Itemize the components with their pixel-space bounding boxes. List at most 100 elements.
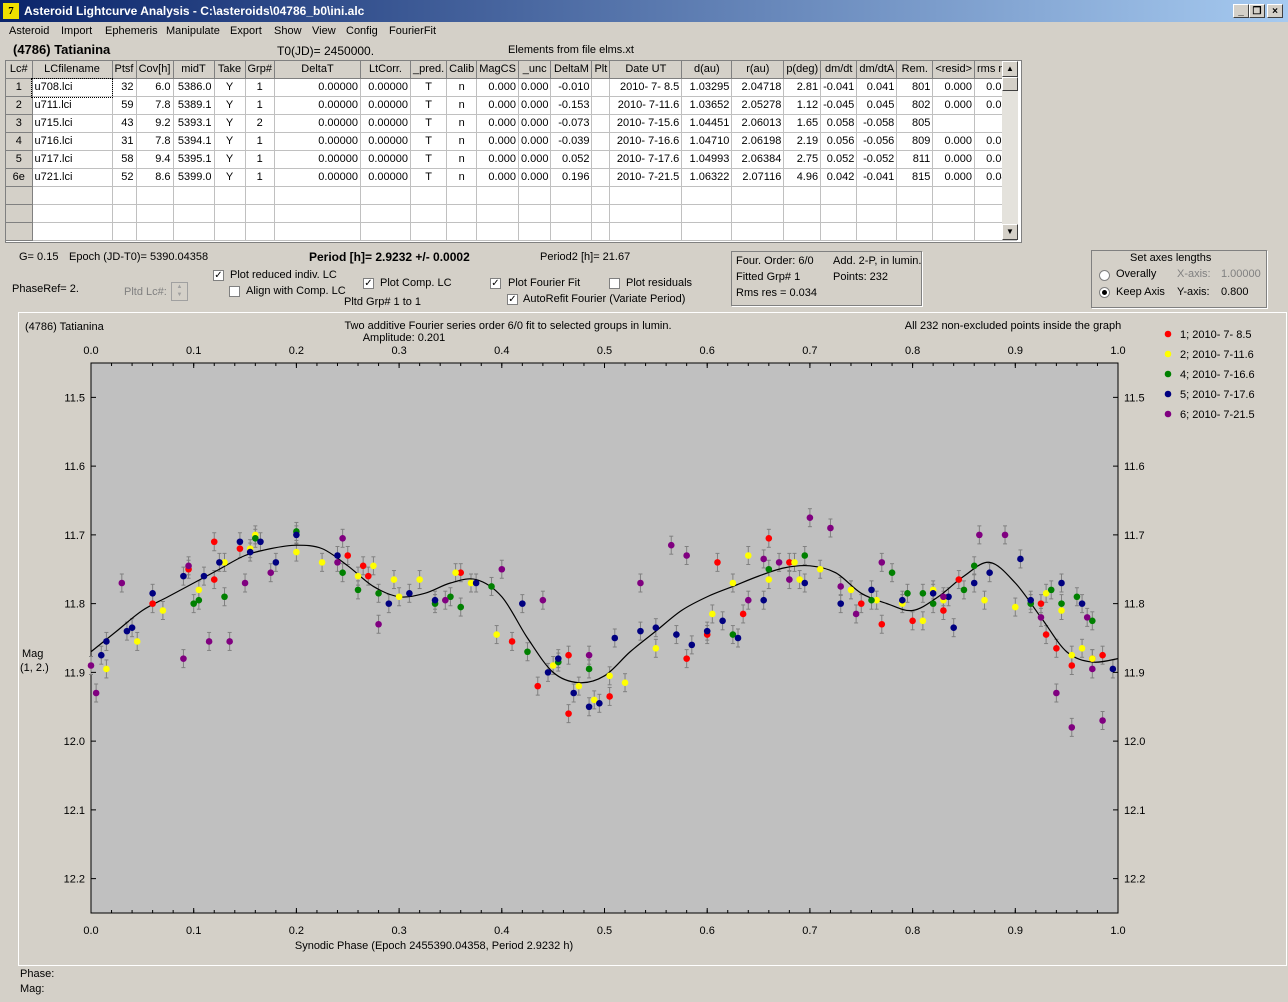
data-point bbox=[703, 627, 711, 635]
data-point bbox=[431, 596, 439, 604]
data-point bbox=[852, 610, 860, 618]
x-tick-label: 0.9 bbox=[1008, 925, 1023, 937]
data-point bbox=[904, 590, 911, 597]
data-point bbox=[637, 579, 644, 587]
y-tick-label-right: 11.5 bbox=[1124, 392, 1145, 404]
data-point bbox=[585, 651, 593, 659]
data-point bbox=[739, 610, 747, 618]
x-tick-label-top: 0.9 bbox=[1008, 345, 1023, 357]
data-point bbox=[272, 559, 280, 566]
data-point bbox=[519, 600, 526, 607]
data-point bbox=[806, 514, 814, 521]
data-point bbox=[899, 596, 906, 604]
data-point bbox=[878, 620, 886, 628]
legend-marker bbox=[1164, 390, 1172, 398]
data-point bbox=[714, 559, 721, 566]
data-point bbox=[354, 572, 362, 580]
data-point bbox=[1089, 665, 1096, 673]
data-point bbox=[195, 586, 203, 594]
data-point bbox=[133, 638, 141, 645]
data-point bbox=[744, 552, 752, 559]
data-point bbox=[1027, 596, 1035, 604]
x-tick-label: 0.3 bbox=[391, 925, 406, 937]
data-point bbox=[976, 531, 983, 539]
data-point bbox=[837, 600, 845, 607]
data-point bbox=[185, 562, 192, 570]
lightcurve-chart: 0.0 0.0 0.1 0.1 0.2 0.2 0.3 0.3 0.4 0.4 0.5 0.5 0.6 0… bbox=[20, 320, 1255, 952]
plot-asteroid-name: (4786) Tatianina bbox=[25, 321, 105, 333]
x-tick-label-top: 0.4 bbox=[494, 345, 509, 357]
data-point bbox=[406, 590, 413, 597]
data-point bbox=[981, 596, 988, 604]
data-point bbox=[729, 579, 737, 587]
data-point bbox=[103, 665, 110, 673]
data-point bbox=[940, 593, 947, 601]
data-point bbox=[395, 593, 403, 601]
data-point bbox=[955, 576, 963, 583]
data-point bbox=[950, 624, 957, 631]
x-tick-label: 0.8 bbox=[905, 925, 920, 937]
data-point bbox=[734, 634, 742, 642]
data-point bbox=[1068, 724, 1076, 731]
data-point bbox=[570, 689, 577, 697]
data-point bbox=[534, 682, 542, 690]
data-point bbox=[652, 645, 660, 652]
data-point bbox=[442, 596, 449, 604]
y-tick-label: 11.6 bbox=[64, 461, 85, 473]
data-point bbox=[868, 586, 875, 594]
mag-readout: Mag: bbox=[20, 983, 45, 995]
data-point bbox=[801, 552, 809, 559]
data-point bbox=[929, 590, 937, 597]
data-point bbox=[354, 586, 362, 594]
data-point bbox=[744, 596, 752, 604]
data-point bbox=[103, 638, 110, 645]
x-tick-label-top: 0.1 bbox=[186, 345, 201, 357]
data-point bbox=[970, 562, 978, 570]
y-tick-label-right: 12.1 bbox=[1124, 805, 1145, 817]
data-point bbox=[1001, 531, 1009, 539]
data-point bbox=[827, 524, 834, 532]
data-point bbox=[344, 552, 352, 559]
y-tick-label-right: 11.7 bbox=[1124, 530, 1145, 542]
y-tick-label-right: 11.8 bbox=[1124, 599, 1145, 611]
data-point bbox=[960, 586, 968, 594]
data-point bbox=[236, 538, 244, 546]
legend-label: 6; 2010- 7-21.5 bbox=[1180, 409, 1255, 421]
data-point bbox=[200, 572, 208, 580]
data-point bbox=[318, 559, 326, 566]
data-point bbox=[159, 607, 167, 614]
data-point bbox=[1099, 651, 1106, 659]
data-point bbox=[857, 600, 865, 607]
y-axis-title: Mag bbox=[22, 648, 43, 660]
data-point bbox=[293, 531, 300, 539]
data-point bbox=[339, 535, 346, 542]
y-tick-label: 11.9 bbox=[64, 667, 85, 679]
data-point bbox=[909, 617, 916, 625]
data-point bbox=[554, 655, 562, 662]
data-point bbox=[667, 541, 675, 549]
x-tick-label: 1.0 bbox=[1110, 925, 1125, 937]
data-point bbox=[709, 610, 716, 618]
x-tick-label: 0.4 bbox=[494, 925, 509, 937]
x-tick-label: 0.5 bbox=[597, 925, 612, 937]
x-tick-label: 0.0 bbox=[83, 925, 98, 937]
data-point bbox=[565, 651, 572, 659]
data-point bbox=[1083, 614, 1091, 621]
data-point bbox=[1109, 665, 1117, 673]
data-point bbox=[765, 535, 773, 542]
data-point bbox=[719, 617, 726, 625]
legend-label: 5; 2010- 7-17.6 bbox=[1180, 389, 1255, 401]
data-point bbox=[940, 607, 947, 614]
data-point bbox=[847, 586, 855, 594]
legend-label: 1; 2010- 7- 8.5 bbox=[1180, 329, 1252, 341]
legend-marker bbox=[1164, 410, 1172, 418]
legend-marker bbox=[1164, 350, 1172, 358]
data-point bbox=[205, 638, 213, 645]
data-point bbox=[1099, 717, 1106, 724]
data-point bbox=[1053, 689, 1060, 697]
data-point bbox=[786, 576, 793, 583]
y-tick-label: 11.8 bbox=[64, 599, 85, 611]
data-point bbox=[221, 593, 228, 601]
data-point bbox=[970, 579, 978, 587]
data-point bbox=[87, 662, 95, 669]
